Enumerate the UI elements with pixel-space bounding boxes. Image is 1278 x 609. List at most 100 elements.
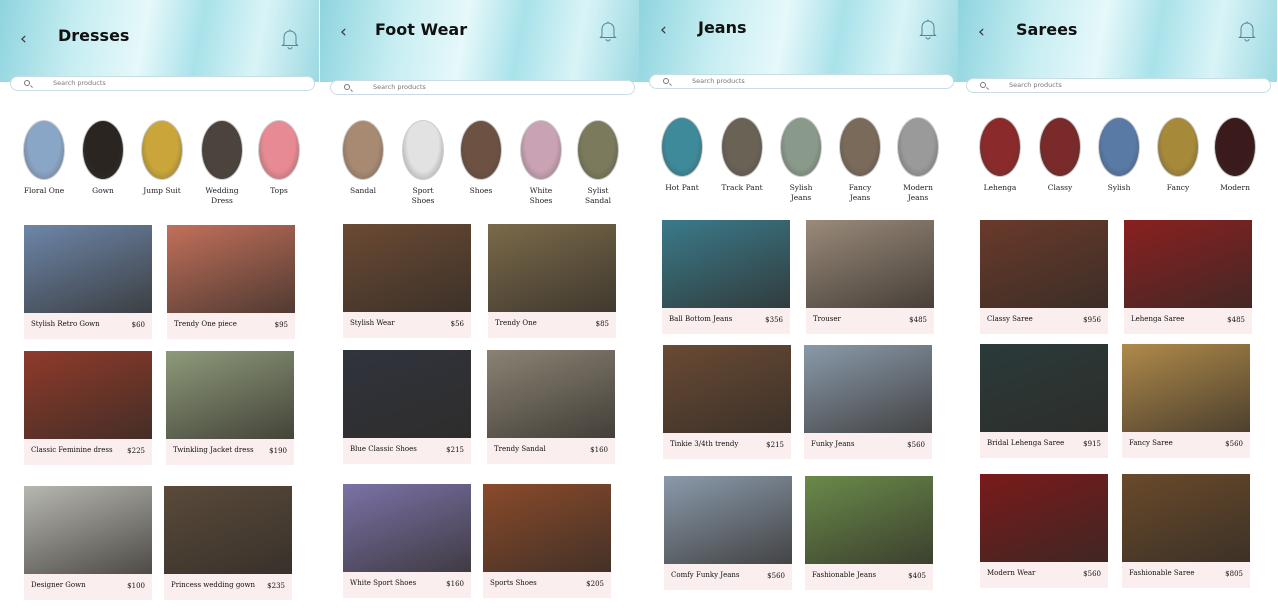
category-item[interactable]: Jump Suit (140, 120, 184, 196)
product-card[interactable]: White Sport Shoes $160 (343, 484, 471, 598)
product-card[interactable]: Blue Classic Shoes $215 (343, 350, 471, 464)
category-item[interactable]: Sylish Jeans (779, 117, 823, 203)
product-price: $560 (767, 572, 785, 580)
product-image (980, 474, 1108, 562)
product-card[interactable]: Stylish Retro Gown $60 (24, 225, 152, 339)
category-item[interactable]: Classy (1038, 117, 1082, 193)
category-item[interactable]: Lehenga (978, 117, 1022, 193)
product-card[interactable]: Bridal Lehenga Saree $915 (980, 344, 1108, 458)
search-placeholder: Search products (692, 77, 745, 85)
category-image (979, 117, 1021, 177)
product-name: Trouser (813, 315, 841, 323)
product-name: Trendy One piece (174, 320, 237, 328)
category-item[interactable]: Fancy (1156, 117, 1200, 193)
back-icon[interactable]: ‹ (660, 20, 667, 40)
product-price: $560 (1083, 570, 1101, 578)
product-card[interactable]: Fashionable Jeans $405 (805, 476, 933, 590)
product-image (1122, 474, 1250, 562)
category-image (402, 120, 444, 180)
product-name: Modern Wear (987, 569, 1036, 577)
header (958, 0, 1277, 82)
search-placeholder: Search products (53, 79, 106, 87)
product-card[interactable]: Ball Bottom Jeans $356 (662, 220, 790, 334)
bell-icon[interactable] (1238, 20, 1256, 42)
product-name: Bridal Lehenga Saree (987, 439, 1065, 447)
product-info: Ball Bottom Jeans $356 (662, 308, 790, 334)
category-item[interactable]: Track Pant (720, 117, 764, 193)
product-price: $805 (1225, 570, 1243, 578)
product-card[interactable]: Trendy One piece $95 (167, 225, 295, 339)
search-input[interactable]: Search products (649, 74, 954, 89)
category-image (1214, 117, 1256, 177)
product-card[interactable]: Classic Feminine dress $225 (24, 351, 152, 465)
category-item[interactable]: Sport Shoes (401, 120, 445, 206)
category-item[interactable]: Fancy Jeans (838, 117, 882, 203)
category-label: Sylish (1107, 183, 1131, 192)
category-image (23, 120, 65, 180)
product-price: $405 (908, 572, 926, 580)
product-card[interactable]: Lehenga Saree $485 (1124, 220, 1252, 334)
header (0, 0, 319, 82)
category-item[interactable]: Modern Jeans (896, 117, 940, 203)
bell-icon[interactable] (919, 18, 937, 40)
header (639, 0, 958, 82)
category-item[interactable]: Floral One (22, 120, 66, 196)
category-item[interactable]: Shoes (459, 120, 503, 196)
product-card[interactable]: Comfy Funky Jeans $560 (664, 476, 792, 590)
product-image (1122, 344, 1250, 432)
category-item[interactable]: Sandal (341, 120, 385, 196)
product-card[interactable]: Tinkie 3/4th trendy $215 (663, 345, 791, 459)
back-icon[interactable]: ‹ (978, 22, 985, 42)
bell-icon[interactable] (599, 20, 617, 42)
category-item[interactable]: Modern (1213, 117, 1257, 193)
product-card[interactable]: Modern Wear $560 (980, 474, 1108, 588)
category-label: Modern (1220, 183, 1250, 192)
search-input[interactable]: Search products (330, 80, 635, 95)
product-image (343, 224, 471, 312)
category-item[interactable]: Sylist Sandal (576, 120, 620, 206)
product-image (806, 220, 934, 308)
product-card[interactable]: Trendy One $85 (488, 224, 616, 338)
search-input[interactable]: Search products (10, 76, 315, 91)
search-input[interactable]: Search products (966, 78, 1271, 93)
product-card[interactable]: Sports Shoes $205 (483, 484, 611, 598)
product-info: Comfy Funky Jeans $560 (664, 564, 792, 590)
category-item[interactable]: Gown (81, 120, 125, 196)
screen-sarees: ‹ Sarees Search products Lehenga Classy Sylis… (958, 0, 1277, 609)
category-image (1098, 117, 1140, 177)
product-info: Trendy One piece $95 (167, 313, 295, 339)
back-icon[interactable]: ‹ (20, 29, 27, 49)
bell-icon[interactable] (281, 28, 299, 50)
product-card[interactable]: Designer Gown $100 (24, 486, 152, 600)
product-card[interactable]: Funky Jeans $560 (804, 345, 932, 459)
screen-dresses: ‹ Dresses Search products Floral One Gown Jum… (0, 0, 319, 609)
product-card[interactable]: Twinkling Jacket dress $190 (166, 351, 294, 465)
product-card[interactable]: Trouser $485 (806, 220, 934, 334)
search-icon (663, 78, 669, 84)
category-item[interactable]: Hot Pant (660, 117, 704, 193)
product-card[interactable]: Trendy Sandal $160 (487, 350, 615, 464)
product-card[interactable]: Princess wedding gown $235 (164, 486, 292, 600)
product-info: Funky Jeans $560 (804, 433, 932, 459)
product-price: $215 (766, 441, 784, 449)
product-card[interactable]: Classy Saree $956 (980, 220, 1108, 334)
product-image (980, 344, 1108, 432)
product-card[interactable]: Stylish Wear $56 (343, 224, 471, 338)
category-label: Fancy (1166, 183, 1190, 192)
product-info: Stylish Retro Gown $60 (24, 313, 152, 339)
category-item[interactable]: Wedding Dress (200, 120, 244, 206)
product-card[interactable]: Fashionable Saree $805 (1122, 474, 1250, 588)
page-title: Jeans (698, 18, 747, 37)
search-placeholder: Search products (1009, 81, 1062, 89)
category-item[interactable]: White Shoes (519, 120, 563, 206)
category-item[interactable]: Sylish (1097, 117, 1141, 193)
category-image (661, 117, 703, 177)
product-name: Trendy Sandal (494, 445, 546, 453)
category-label: Classy (1047, 183, 1073, 192)
product-info: Bridal Lehenga Saree $915 (980, 432, 1108, 458)
product-card[interactable]: Fancy Saree $560 (1122, 344, 1250, 458)
back-icon[interactable]: ‹ (340, 22, 347, 42)
product-price: $215 (446, 446, 464, 454)
category-item[interactable]: Tops (257, 120, 301, 196)
product-info: Stylish Wear $56 (343, 312, 471, 338)
